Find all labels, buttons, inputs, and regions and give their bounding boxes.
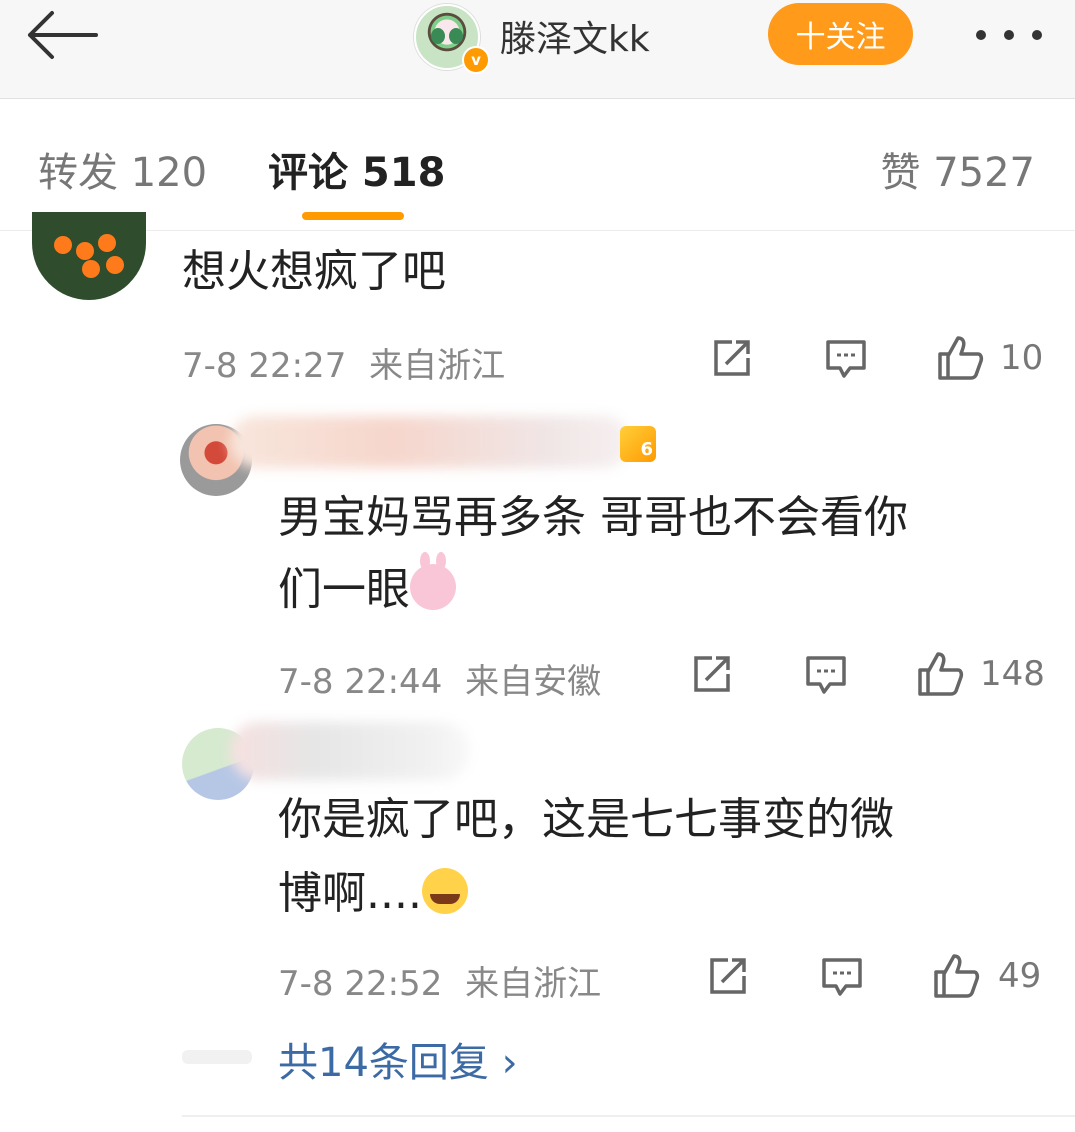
share-icon[interactable] [710,336,754,380]
comment-location: 来自安徽 [465,662,602,702]
active-tab-indicator [302,212,404,220]
comment-text-line: 男宝妈骂再多条 哥哥也不会看你 [278,492,908,543]
comment-location: 来自浙江 [369,346,506,386]
like-count: 10 [1000,338,1044,378]
comment-meta: 7-8 22:44 来自安徽 [278,654,601,703]
rabbit-emoji-icon [410,552,456,610]
like-thumb-icon[interactable] [932,952,980,1000]
like-thumb-icon[interactable] [936,334,984,382]
comment-meta: 7-8 22:27 来自浙江 [182,338,505,387]
like-count: 148 [980,654,1045,694]
like-count: 49 [998,956,1042,996]
view-replies-link[interactable]: 共14条回复 › [278,1030,518,1088]
follow-button[interactable]: 十关注 [768,3,913,65]
blurred-username [230,722,470,780]
share-icon[interactable] [690,652,734,696]
level-badge: 6 [620,426,656,462]
like-thumb-icon[interactable] [916,650,964,698]
laugh-cry-emoji-icon [421,868,468,914]
comment-location: 来自浙江 [465,964,602,1004]
more-dots-icon[interactable] [972,24,1046,46]
comment-icon[interactable] [804,652,848,696]
comment-icon[interactable] [824,336,868,380]
author-name[interactable]: 滕泽文kk [500,10,650,62]
divider [182,1050,252,1064]
tab-repost[interactable]: 转发 120 [38,140,207,198]
comment-time: 7-8 22:52 [278,964,443,1004]
share-icon[interactable] [706,954,750,998]
comment-text-line: 你是疯了吧，这是七七事变的微 [278,794,894,845]
comment-time: 7-8 22:44 [278,662,443,702]
tab-comment[interactable]: 评论 518 [268,140,445,198]
verified-badge-icon: v [462,46,490,74]
divider [182,1115,1075,1117]
blurred-username [230,416,630,468]
comment-text: 想火想疯了吧 [182,246,446,297]
divider [0,230,1075,231]
comment-text-line: 们一眼 [278,552,456,626]
back-arrow-icon[interactable] [22,8,102,62]
commenter-avatar[interactable] [32,212,146,300]
tab-like[interactable]: 赞 7527 [880,140,1035,198]
comment-icon[interactable] [820,954,864,998]
comment-text-line: 博啊.... [278,858,468,930]
comment-meta: 7-8 22:52 来自浙江 [278,956,601,1005]
comment-time: 7-8 22:27 [182,346,347,386]
